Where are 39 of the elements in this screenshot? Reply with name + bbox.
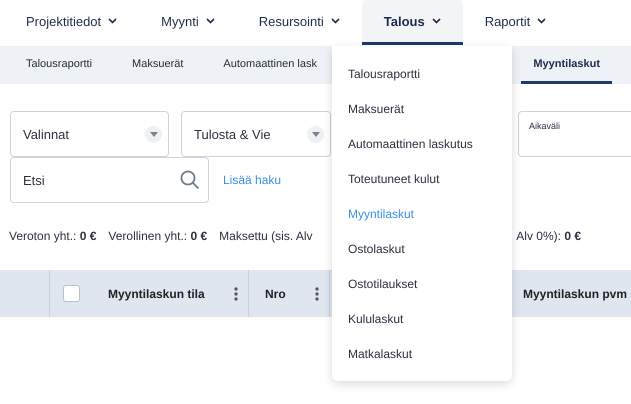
subnav-tab[interactable]: Talousraportti bbox=[14, 46, 104, 84]
subnav-tab[interactable]: Maksuerät bbox=[120, 46, 196, 84]
column-header[interactable]: Nro bbox=[265, 286, 307, 300]
search-icon[interactable] bbox=[180, 170, 200, 190]
dropdown-icon bbox=[145, 126, 162, 142]
nav-tab[interactable]: Raportit bbox=[462, 0, 568, 45]
chevron-icon bbox=[537, 18, 546, 24]
subnav-tab[interactable]: Myyntilaskut bbox=[521, 46, 612, 84]
menu-item[interactable]: Talousraportti bbox=[332, 56, 512, 91]
nav-tab[interactable]: Resursointi bbox=[236, 0, 362, 45]
nav-tab[interactable]: Myynti bbox=[139, 0, 237, 45]
summary-total: Veroton yht.: 0 € bbox=[9, 229, 96, 245]
select-all-checkbox[interactable] bbox=[63, 285, 80, 302]
menu-item[interactable]: Maksuerät bbox=[332, 91, 512, 126]
chevron-icon bbox=[330, 18, 340, 24]
column-header[interactable]: Myyntilaskun tila bbox=[108, 286, 226, 300]
chevron-icon bbox=[108, 18, 118, 24]
menu-item[interactable]: Ostolaskut bbox=[332, 231, 512, 266]
chevron-icon bbox=[432, 18, 441, 24]
menu-item[interactable]: Matkalaskut bbox=[332, 336, 512, 371]
column-header[interactable]: Myyntilaskun pvm bbox=[523, 286, 628, 300]
menu-item[interactable]: Toteutuneet kulut bbox=[332, 161, 512, 196]
menu-item[interactable]: Automaattinen laskutus bbox=[332, 126, 512, 161]
nav-tab[interactable]: Projektitiedot bbox=[4, 0, 140, 45]
summary-total: Alv 0%): 0 € bbox=[516, 229, 581, 245]
menu-item[interactable]: Kululaskut bbox=[332, 301, 512, 336]
dropdown-icon bbox=[307, 126, 324, 142]
chevron-icon bbox=[206, 18, 215, 24]
search-field[interactable]: Etsi bbox=[10, 157, 209, 203]
summary-total: Verollinen yht.: 0 € bbox=[108, 229, 208, 245]
summary-total: Maksettu (sis. Alv bbox=[219, 229, 313, 245]
more-icon[interactable] bbox=[234, 286, 238, 300]
select-field[interactable]: Valinnat bbox=[10, 111, 169, 157]
menu-item[interactable]: Ostotilaukset bbox=[332, 266, 512, 301]
date-range-field[interactable]: Aikaväli bbox=[518, 111, 631, 157]
subnav-tab[interactable]: Automaattinen lask bbox=[211, 46, 329, 84]
select-field[interactable]: Tulosta & Vie bbox=[181, 111, 331, 157]
nav-tab[interactable]: Talous bbox=[362, 0, 463, 45]
more-icon[interactable] bbox=[315, 286, 319, 300]
